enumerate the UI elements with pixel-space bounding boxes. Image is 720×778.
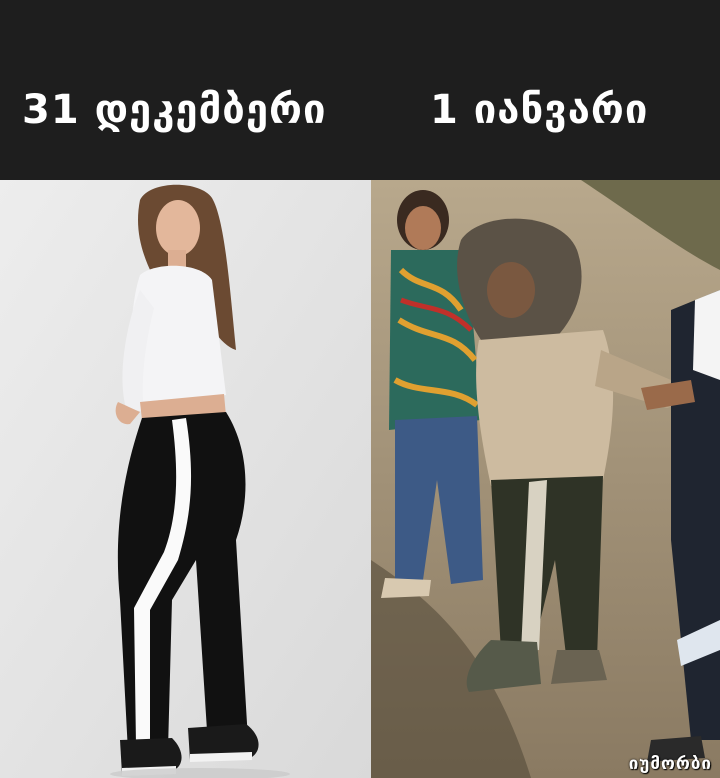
caption-january-1: 1 იანვარი <box>430 87 649 133</box>
watermark-logo: იუმორბი <box>628 754 712 774</box>
photo-january-1 <box>371 180 720 778</box>
caption-december-31: 31 დეკემბერი <box>22 87 327 133</box>
photo-december-31 <box>0 180 371 778</box>
outdoor-rescue-photo <box>371 180 720 778</box>
meme-header: 31 დეკემბერი 1 იანვარი <box>0 0 720 180</box>
studio-model-photo <box>0 180 371 778</box>
